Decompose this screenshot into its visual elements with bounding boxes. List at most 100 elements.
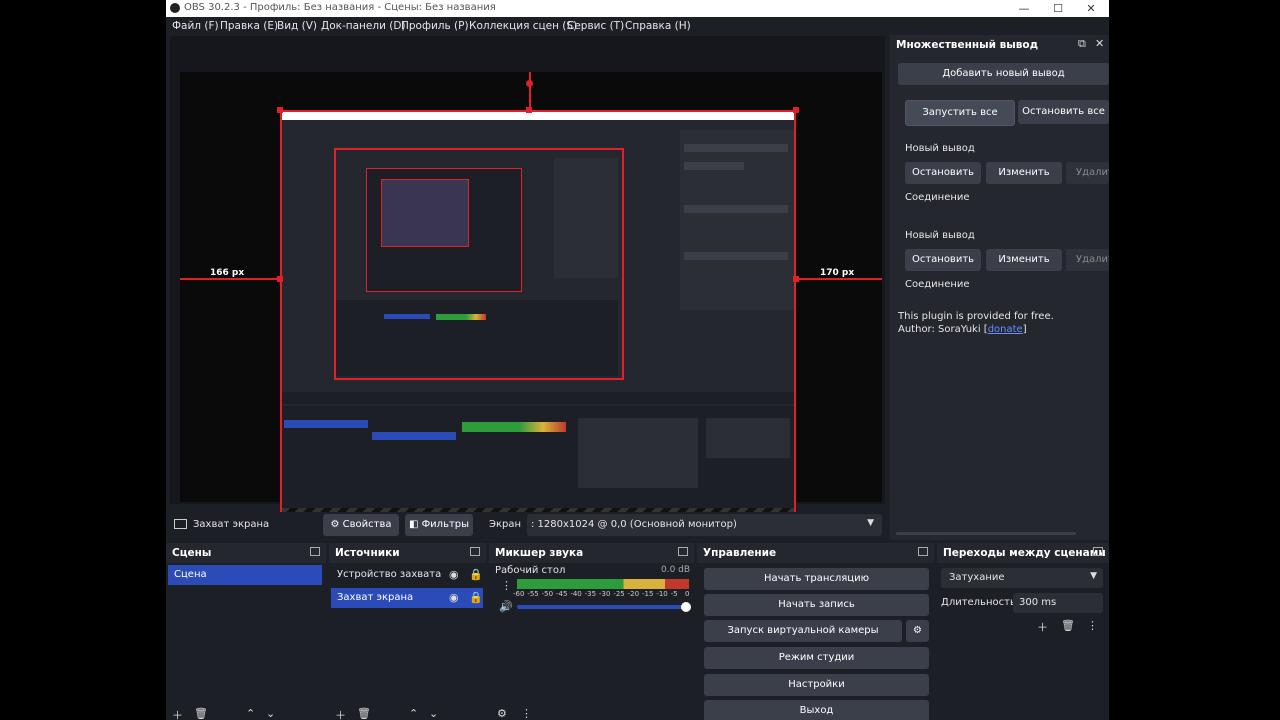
scene-item[interactable]: Сцена (168, 565, 322, 585)
output-1-delete-button[interactable]: Удалить (1066, 162, 1109, 184)
chevron-down-icon: ▼ (1090, 571, 1097, 581)
more-options-icon[interactable]: ⋮ (521, 707, 532, 720)
virtual-camera-button[interactable]: Запуск виртуальной камеры (704, 620, 902, 642)
output-2-delete-button[interactable]: Удалить (1066, 249, 1109, 271)
nested-bottom-panels (336, 300, 618, 376)
maximize-button[interactable]: ☐ (1041, 0, 1075, 17)
resize-handle-tl[interactable] (277, 107, 283, 113)
resize-handle-tr[interactable] (793, 107, 799, 113)
arrow-down-icon[interactable]: ⌄ (266, 707, 275, 720)
speaker-icon[interactable]: 🔊 (499, 600, 513, 613)
menu-help[interactable]: Справка (H) (625, 20, 691, 32)
settings-button[interactable]: Настройки (704, 674, 929, 696)
sources-panel: Источники Устройство захвата в ◉ 🔒 Захва… (329, 543, 486, 720)
start-recording-button[interactable]: Начать запись (704, 594, 929, 616)
resize-handle-t[interactable] (526, 107, 532, 113)
undock-icon[interactable] (470, 547, 480, 556)
screen-capture-source[interactable] (280, 110, 796, 522)
virtual-camera-settings-button[interactable]: ⚙ (906, 620, 929, 642)
meter-tick-label: -55 (527, 590, 539, 598)
source-item-selected[interactable]: Захват экрана ◉ 🔒 (331, 588, 483, 608)
add-icon[interactable]: ＋ (172, 707, 183, 720)
menu-scene-collection[interactable]: Коллекция сцен (S) (469, 20, 577, 32)
output-2-stop-button[interactable]: Остановить (905, 249, 981, 271)
trash-icon[interactable]: 🗑 (1061, 619, 1075, 632)
minimize-button[interactable]: — (1007, 0, 1041, 17)
resize-handle-r[interactable] (793, 276, 799, 282)
chevron-down-icon: ▼ (867, 518, 874, 528)
output-1-name: Новый вывод (905, 143, 975, 154)
menu-file[interactable]: Файл (F) (172, 20, 219, 32)
source-item-label: Захват экрана (337, 592, 414, 603)
trash-icon[interactable]: 🗑 (194, 707, 208, 720)
menu-profile[interactable]: Профиль (P) (401, 20, 469, 32)
mixer-channel-name: Рабочий стол (495, 565, 566, 576)
left-guide-line (180, 278, 280, 280)
duration-spinbox[interactable]: 300 ms (1013, 593, 1103, 613)
gear-icon[interactable]: ⚙ (497, 707, 507, 720)
add-output-button[interactable]: Добавить новый вывод (898, 63, 1109, 85)
nested-source-bar (282, 392, 794, 404)
start-streaming-button[interactable]: Начать трансляцию (704, 568, 929, 590)
exit-button[interactable]: Выход (704, 700, 929, 720)
output-2-edit-button[interactable]: Изменить (986, 249, 1062, 271)
menu-tools[interactable]: Сервис (T) (567, 20, 624, 32)
preview-canvas[interactable]: 166 px 170 px (180, 72, 882, 525)
top-guide-line (529, 72, 531, 110)
volume-slider[interactable] (517, 602, 691, 612)
more-options-icon[interactable]: ⋮ (501, 579, 512, 592)
nested-docks (282, 406, 794, 518)
scene-item-label: Сцена (174, 569, 207, 580)
duration-value: 300 ms (1019, 597, 1057, 608)
close-button[interactable]: ✕ (1074, 0, 1108, 17)
filters-button[interactable]: ◧ Фильтры (405, 514, 473, 536)
meter-tick-label: -50 (541, 590, 554, 598)
right-guide-line (796, 278, 882, 280)
screen-select[interactable]: : 1280x1024 @ 0,0 (Основной монитор) ▼ (527, 514, 882, 536)
mixer-panel: Микшер звука Рабочий стол 0.0 dB ⋮ -60 -5… (489, 543, 694, 720)
transition-select[interactable]: Затухание ▼ (941, 568, 1103, 588)
lock-icon[interactable]: 🔒 (469, 591, 483, 604)
rotation-handle[interactable] (526, 80, 533, 87)
screen-label: Экран (489, 519, 522, 530)
start-all-button[interactable]: Запустить все (905, 100, 1015, 126)
window-title: OBS 30.2.3 - Профиль: Без названия - Сце… (184, 2, 496, 13)
trash-icon[interactable]: 🗑 (357, 707, 371, 720)
undock-icon[interactable] (678, 547, 688, 556)
eye-icon[interactable]: ◉ (449, 591, 459, 604)
mixer-db-value: 0.0 dB (661, 565, 691, 575)
plugin-free-note: This plugin is provided for free. (898, 311, 1054, 322)
add-icon[interactable]: ＋ (335, 707, 346, 720)
eye-icon[interactable]: ◉ (449, 568, 459, 581)
add-icon[interactable]: ＋ (1037, 619, 1048, 635)
studio-mode-button[interactable]: Режим студии (704, 647, 929, 669)
arrow-up-icon[interactable]: ⌃ (409, 707, 418, 720)
right-distance-label: 170 px (820, 268, 855, 278)
volume-meter (517, 579, 689, 589)
menu-view[interactable]: Вид (V) (277, 20, 317, 32)
volume-slider-thumb[interactable] (681, 602, 691, 612)
properties-button[interactable]: ⚙ Свойства (323, 514, 399, 536)
menu-edit[interactable]: Правка (E) (220, 20, 278, 32)
stop-all-button[interactable]: Остановить все (1018, 100, 1109, 124)
undock-icon[interactable] (1093, 547, 1103, 556)
undock-icon[interactable]: ⧉ (1078, 37, 1086, 51)
monitor-icon (174, 519, 187, 529)
lock-icon[interactable]: 🔒 (469, 568, 483, 581)
obs-logo-icon (170, 3, 180, 13)
output-1-stop-button[interactable]: Остановить (905, 162, 981, 184)
dock-scrollbar[interactable] (896, 532, 1076, 535)
close-dock-icon[interactable]: ✕ (1095, 37, 1104, 50)
undock-icon[interactable] (918, 547, 928, 556)
donate-link[interactable]: donate (988, 324, 1023, 335)
arrow-up-icon[interactable]: ⌃ (246, 707, 255, 720)
title-bar: OBS 30.2.3 - Профиль: Без названия - Сце… (166, 0, 1109, 17)
arrow-down-icon[interactable]: ⌄ (429, 707, 438, 720)
undock-icon[interactable] (310, 547, 320, 556)
output-1-edit-button[interactable]: Изменить (986, 162, 1062, 184)
source-item[interactable]: Устройство захвата в ◉ 🔒 (331, 565, 483, 585)
resize-handle-l[interactable] (277, 276, 283, 282)
preview-area[interactable]: 166 px 170 px (170, 36, 885, 525)
menu-docks[interactable]: Док-панели (D) (321, 20, 406, 32)
more-options-icon[interactable]: ⋮ (1087, 619, 1098, 632)
